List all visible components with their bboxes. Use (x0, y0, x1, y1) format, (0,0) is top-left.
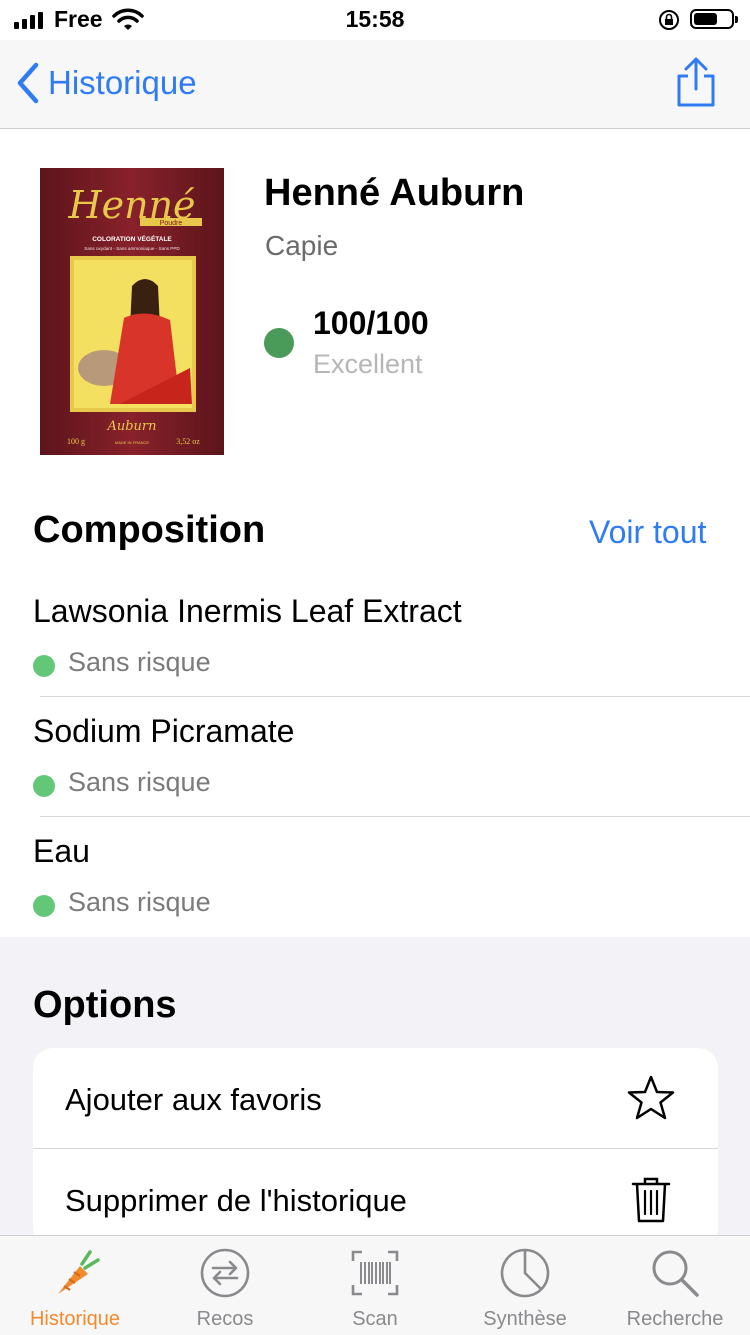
tab-label: Scan (352, 1308, 398, 1330)
orientation-lock-icon (659, 10, 679, 30)
tab-scan[interactable]: Scan (300, 1236, 450, 1335)
options-card: Ajouter aux favoris Supprimer de l'histo… (33, 1048, 718, 1248)
svg-text:100 g: 100 g (67, 437, 85, 446)
tab-recos[interactable]: Recos (150, 1236, 300, 1335)
exchange-icon (200, 1248, 250, 1298)
product-brand: Capie (265, 230, 339, 261)
carrot-icon (58, 1250, 100, 1294)
trash-icon (631, 1177, 671, 1223)
tab-label: Historique (29, 1308, 121, 1330)
options-title: Options (33, 984, 177, 1026)
chevron-left-icon (17, 62, 39, 104)
pie-chart-icon (500, 1248, 550, 1298)
score-indicator (264, 328, 294, 358)
barcode-icon (351, 1250, 399, 1296)
navigation-bar: Historique (0, 40, 750, 129)
risk-dot (33, 775, 55, 797)
search-icon (652, 1250, 699, 1297)
ingredient-risk: Sans risque (68, 767, 211, 797)
add-to-favorites-button[interactable]: Ajouter aux favoris (33, 1048, 718, 1149)
tab-label: Recherche (626, 1308, 724, 1330)
ingredient-name: Lawsonia Inermis Leaf Extract (33, 593, 462, 629)
product-name: Henné Auburn (264, 172, 525, 214)
tab-bar: Historique Recos Scan Synthèse Recherche (0, 1235, 750, 1335)
see-all-link[interactable]: Voir tout (589, 514, 706, 551)
option-label: Ajouter aux favoris (65, 1082, 322, 1117)
remove-from-history-button[interactable]: Supprimer de l'historique (33, 1149, 718, 1248)
ingredient-row[interactable]: Lawsonia Inermis Leaf Extract Sans risqu… (0, 577, 750, 697)
back-button[interactable]: Historique (16, 62, 197, 104)
ingredient-row[interactable]: Eau Sans risque (0, 817, 750, 937)
svg-text:MADE IN FRANCE: MADE IN FRANCE (115, 440, 150, 445)
svg-text:COLORATION VÉGÉTALE: COLORATION VÉGÉTALE (92, 234, 172, 243)
svg-text:Sans oxydant - Sans ammoniaque: Sans oxydant - Sans ammoniaque - Sans PP… (84, 246, 180, 251)
svg-text:3,52 oz: 3,52 oz (176, 437, 200, 446)
status-bar: Free 15:58 (0, 0, 750, 40)
ingredient-name: Eau (33, 833, 90, 869)
svg-text:Poudre: Poudre (160, 220, 183, 227)
battery-icon (690, 9, 738, 29)
clock: 15:58 (345, 6, 405, 32)
tab-synthese[interactable]: Synthèse (450, 1236, 600, 1335)
score-value: 100/100 (313, 305, 429, 341)
tab-label: Recos (196, 1308, 254, 1330)
ingredient-name: Sodium Picramate (33, 713, 295, 749)
risk-dot (33, 895, 55, 917)
tab-historique[interactable]: Historique (0, 1236, 150, 1335)
tab-label: Synthèse (483, 1308, 567, 1330)
ingredient-row[interactable]: Sodium Picramate Sans risque (0, 697, 750, 817)
option-label: Supprimer de l'historique (65, 1183, 407, 1218)
ingredient-risk: Sans risque (68, 887, 211, 917)
svg-text:Auburn: Auburn (106, 419, 156, 434)
composition-title: Composition (33, 509, 266, 551)
product-image: Henné Poudre COLORATION VÉGÉTALE Sans ox… (40, 168, 224, 455)
ingredient-risk: Sans risque (68, 647, 211, 677)
risk-dot (33, 655, 55, 677)
share-icon[interactable] (674, 56, 718, 108)
star-icon (627, 1075, 675, 1120)
tab-recherche[interactable]: Recherche (600, 1236, 750, 1335)
back-label: Historique (48, 64, 197, 101)
score-label: Excellent (313, 349, 423, 379)
